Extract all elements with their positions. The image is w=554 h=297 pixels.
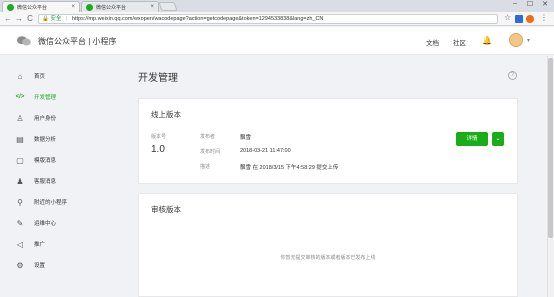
- bookmark-star-icon[interactable]: ☆: [504, 13, 511, 22]
- page-title: 开发管理: [138, 73, 178, 84]
- sidebar-item-settings[interactable]: ⚙ 设置: [15, 258, 45, 272]
- publish-time-label: 发布时间: [200, 149, 221, 155]
- wechat-logo-icon: [17, 36, 31, 46]
- gear-icon: ⚙: [16, 260, 24, 270]
- tab-label: 微信公众平台: [96, 4, 127, 11]
- location-icon: ⚲: [17, 197, 23, 207]
- browser-tab-2[interactable]: 微信公众平台 ×: [81, 1, 159, 12]
- minimize-icon[interactable]: –: [508, 0, 522, 7]
- browser-tab-1[interactable]: 微信公众平台 ×: [2, 1, 80, 12]
- url-input[interactable]: 🔒 安全 | https://mp.weixin.qq.com/wxopen/w…: [38, 14, 498, 24]
- chart-icon: ▤: [16, 134, 24, 144]
- sidebar-item-dev-management[interactable]: </> 开发管理: [15, 90, 56, 104]
- help-icon[interactable]: ?: [508, 71, 517, 80]
- description-value: 飘雪 在 2018/3/15 下午4:58:29 提交上传: [240, 165, 339, 171]
- sidebar-item-label: 用户身份: [34, 116, 57, 122]
- sidebar-item-nearby[interactable]: ⚲ 附近的小程序: [15, 195, 67, 209]
- scrollbar-thumb[interactable]: [548, 58, 553, 238]
- person-icon: ♟: [16, 176, 24, 186]
- wechat-favicon-icon: [86, 3, 93, 11]
- extension-icon[interactable]: [526, 15, 534, 23]
- sidebar: ⌂ 首页 </> 开发管理 ♙ 用户身份 ▤ 数据分析 ▢ 模版消息 ♟ 客服消…: [0, 56, 122, 297]
- sidebar-item-template-messages[interactable]: ▢ 模版消息: [15, 153, 56, 167]
- sidebar-item-home[interactable]: ⌂ 首页: [15, 69, 45, 83]
- version-number: 1.0: [151, 144, 165, 155]
- user-icon: ♙: [16, 113, 24, 123]
- secure-label: 安全: [50, 16, 62, 22]
- document-icon: ▢: [16, 155, 24, 165]
- empty-state-text: 你暂无提交审核的版本或者版本已发布上线: [280, 255, 376, 261]
- address-bar-row: ← → C 🔒 安全 | https://mp.weixin.qq.com/wx…: [0, 12, 554, 26]
- tab-close-icon[interactable]: ×: [71, 4, 75, 10]
- avatar[interactable]: [509, 33, 523, 47]
- forward-icon[interactable]: →: [14, 14, 24, 24]
- lock-icon: 🔒: [42, 16, 49, 22]
- review-version-title: 审核版本: [151, 205, 181, 214]
- sidebar-item-user-identity[interactable]: ♙ 用户身份: [15, 111, 56, 125]
- close-window-icon[interactable]: ✕: [538, 0, 552, 8]
- wrench-icon: ✎: [16, 218, 24, 228]
- description-label: 描述: [200, 164, 211, 170]
- code-icon: </>: [15, 94, 25, 100]
- sidebar-item-ops-center[interactable]: ✎ 运维中心: [15, 216, 56, 230]
- online-version-title: 线上版本: [151, 110, 181, 119]
- maximize-icon[interactable]: ☐: [523, 0, 537, 8]
- online-version-card: 线上版本 版本号 1.0 发布者 飘雪 发布时间 2018-03-21 11:4…: [138, 98, 518, 184]
- new-tab-button[interactable]: [158, 2, 178, 11]
- publisher-label: 发布者: [200, 134, 216, 140]
- sidebar-item-label: 开发管理: [34, 95, 57, 101]
- review-version-card: 审核版本 你暂无提交审核的版本或者版本已发布上线: [138, 193, 518, 297]
- sidebar-item-label: 附近的小程序: [34, 200, 68, 206]
- url-text: https://mp.weixin.qq.com/wxopen/wacodepa…: [71, 16, 324, 22]
- site-header: 微信公众平台 | 小程序 文档 社区 🔔 ▾: [0, 27, 554, 55]
- docs-link[interactable]: 文档: [426, 37, 439, 47]
- chevron-down-icon[interactable]: ▾: [527, 37, 530, 44]
- version-label: 版本号: [151, 134, 167, 140]
- sidebar-item-label: 数据分析: [34, 137, 57, 143]
- publisher-value: 飘雪: [240, 135, 252, 141]
- sidebar-item-label: 设置: [34, 263, 46, 269]
- tab-label: 微信公众平台: [17, 4, 48, 11]
- publish-time-value: 2018-03-21 11:47:00: [240, 148, 291, 154]
- notification-bell-icon[interactable]: 🔔: [482, 36, 492, 45]
- sidebar-item-label: 首页: [34, 74, 46, 80]
- sidebar-item-analytics[interactable]: ▤ 数据分析: [15, 132, 56, 146]
- sidebar-item-promotion[interactable]: ◁ 推广: [15, 237, 45, 251]
- url-separator: |: [65, 16, 68, 22]
- sidebar-item-customer-service[interactable]: ♟ 客服消息: [15, 174, 56, 188]
- sidebar-item-label: 客服消息: [34, 179, 57, 185]
- sidebar-item-label: 模版消息: [34, 158, 57, 164]
- community-link[interactable]: 社区: [453, 37, 466, 47]
- home-icon: ⌂: [17, 71, 23, 81]
- chevron-down-icon[interactable]: ⌄: [492, 132, 504, 146]
- sidebar-item-label: 运维中心: [34, 221, 57, 227]
- browser-tabbar: 微信公众平台 × 微信公众平台 × – ☐ ✕: [0, 0, 554, 12]
- browser-menu-icon[interactable]: ⋮: [540, 13, 548, 22]
- back-icon[interactable]: ←: [3, 14, 13, 24]
- megaphone-icon: ◁: [16, 239, 24, 249]
- reload-icon[interactable]: C: [25, 14, 35, 24]
- extension-icon[interactable]: [515, 15, 523, 23]
- brand-title: 微信公众平台 | 小程序: [38, 37, 117, 46]
- tab-close-icon[interactable]: ×: [150, 4, 154, 10]
- detail-button[interactable]: 详情: [456, 132, 488, 146]
- wechat-favicon-icon: [7, 3, 14, 11]
- sidebar-item-label: 推广: [34, 242, 46, 248]
